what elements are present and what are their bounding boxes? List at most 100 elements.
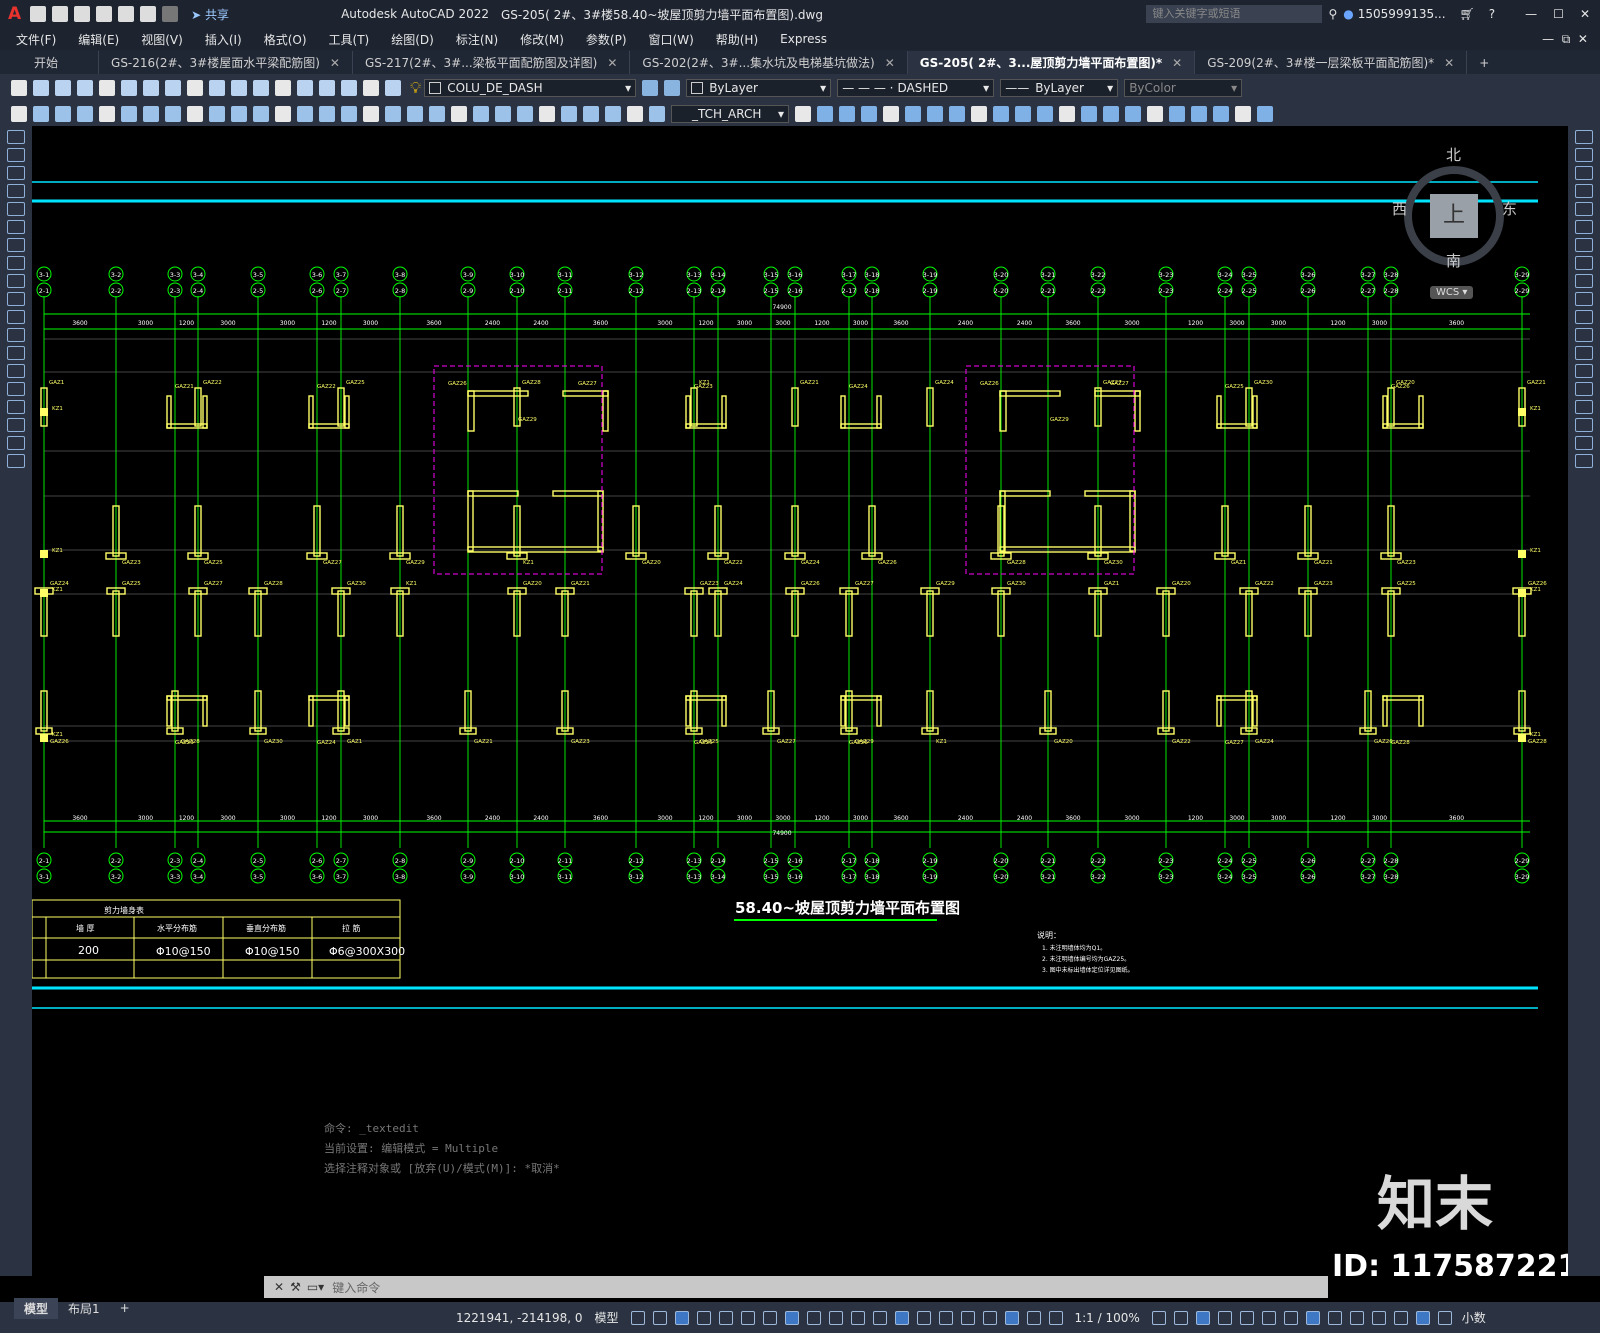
draw-tool-icon[interactable] xyxy=(429,106,445,122)
drawing-canvas[interactable]: 3600 3600 3000 3000 1200 1200 3000 3000 3000 3000… xyxy=(32,126,1568,1276)
modify-tool-icon[interactable] xyxy=(993,106,1009,122)
menu-file[interactable]: 文件(F) xyxy=(0,31,67,48)
draw-tool-icon[interactable] xyxy=(341,106,357,122)
status-toggle-icon[interactable] xyxy=(916,1310,931,1325)
draw-tool-icon[interactable] xyxy=(11,106,27,122)
status-toggle-icon[interactable] xyxy=(1026,1310,1041,1325)
modify-tool-icon[interactable] xyxy=(1257,106,1273,122)
status-toggle-icon[interactable] xyxy=(982,1310,997,1325)
color-dropdown[interactable]: ByLayer ▾ xyxy=(686,79,832,97)
units-dropdown[interactable]: 小数 xyxy=(1462,1309,1486,1326)
modify-tool-icon[interactable] xyxy=(1103,106,1119,122)
draw-tool-icon[interactable] xyxy=(275,106,291,122)
draw-tool-icon[interactable] xyxy=(451,106,467,122)
draw-tool-icon[interactable] xyxy=(209,106,225,122)
help-icon[interactable]: ? xyxy=(1489,7,1495,21)
standard-tool-icon[interactable] xyxy=(143,80,159,96)
cart-icon[interactable]: 🛒︎ xyxy=(1460,7,1475,21)
status-toggle-icon[interactable] xyxy=(1048,1310,1063,1325)
status-toggle-icon[interactable] xyxy=(938,1310,953,1325)
status-toggle-icon[interactable] xyxy=(1239,1310,1254,1325)
status-toggle-icon[interactable] xyxy=(1151,1310,1166,1325)
draw-tool-icon[interactable] xyxy=(7,382,25,396)
compass-north[interactable]: 北 xyxy=(1446,144,1461,165)
tab-gs217[interactable]: GS-217(2#、3#...梁板平面配筋图及详图) ✕ xyxy=(353,51,631,74)
draw-tool-icon[interactable] xyxy=(7,220,25,234)
draw-tool-icon[interactable] xyxy=(7,274,25,288)
modify-tool-icon[interactable] xyxy=(1575,184,1593,198)
plot-icon[interactable] xyxy=(118,6,135,22)
status-toggles[interactable] xyxy=(627,1310,1067,1325)
tab-start[interactable]: 开始 xyxy=(0,51,100,74)
maximize-button[interactable]: ☐ xyxy=(1553,7,1564,21)
doc-window-controls[interactable]: — ⧉ ✕ xyxy=(1542,32,1588,47)
status-toggle-icon[interactable] xyxy=(1437,1310,1452,1325)
modify-tool-icon[interactable] xyxy=(1575,148,1593,162)
tab-gs209[interactable]: GS-209(2#、3#楼一层梁板平面配筋图)* ✕ xyxy=(1195,51,1468,74)
menu-insert[interactable]: 插入(I) xyxy=(194,31,253,48)
status-toggle-icon[interactable] xyxy=(1004,1310,1019,1325)
lineweight-dropdown[interactable]: —— ByLayer ▾ xyxy=(1000,79,1119,97)
draw-tool-icon[interactable] xyxy=(7,292,25,306)
status-toggle-icon[interactable] xyxy=(652,1310,667,1325)
draw-tool-icon[interactable] xyxy=(605,106,621,122)
modify-tool-icon[interactable] xyxy=(1575,454,1593,468)
plotstyle-dropdown[interactable]: ByColor ▾ xyxy=(1124,79,1243,97)
modify-tool-icon[interactable] xyxy=(971,106,987,122)
menu-express[interactable]: Express xyxy=(769,32,838,46)
modify-tool-icon[interactable] xyxy=(1575,274,1593,288)
standard-tool-icon[interactable] xyxy=(385,80,401,96)
standard-tool-icon[interactable] xyxy=(77,80,93,96)
draw-tool-icon[interactable] xyxy=(649,106,665,122)
menu-format[interactable]: 格式(O) xyxy=(253,31,318,48)
user-name[interactable]: 1505999135... xyxy=(1358,7,1446,21)
modify-tool-icon[interactable] xyxy=(1575,202,1593,216)
tab-gs216[interactable]: GS-216(2#、3#楼屋面水平梁配筋图) ✕ xyxy=(99,51,353,74)
modify-tool-icon[interactable] xyxy=(1575,238,1593,252)
minimize-button[interactable]: — xyxy=(1525,7,1537,21)
standard-tool-icon[interactable] xyxy=(11,80,27,96)
modify-tool-icon[interactable] xyxy=(795,106,811,122)
draw-tool-icon[interactable] xyxy=(473,106,489,122)
standard-tool-icon[interactable] xyxy=(55,80,71,96)
draw-tool-icon[interactable] xyxy=(99,106,115,122)
menu-help[interactable]: 帮助(H) xyxy=(705,31,769,48)
new-tab-button[interactable]: + xyxy=(1467,51,1501,74)
status-toggle-icon[interactable] xyxy=(718,1310,733,1325)
modify-tool-icon[interactable] xyxy=(1037,106,1053,122)
saveas-icon[interactable] xyxy=(96,6,113,22)
modify-tool-icon[interactable] xyxy=(1575,310,1593,324)
status-toggle-icon[interactable] xyxy=(850,1310,865,1325)
draw-tool-icon[interactable] xyxy=(7,418,25,432)
status-toggle-icon[interactable] xyxy=(1349,1310,1364,1325)
tab-model[interactable]: 模型 xyxy=(14,1297,59,1319)
modify-tool-icon[interactable] xyxy=(817,106,833,122)
draw-tool-icon[interactable] xyxy=(187,106,203,122)
menu-window[interactable]: 窗口(W) xyxy=(638,31,705,48)
draw-tool-icon[interactable] xyxy=(495,106,511,122)
standard-tool-icon[interactable] xyxy=(341,80,357,96)
draw-tool-icon[interactable] xyxy=(143,106,159,122)
undo-icon[interactable] xyxy=(140,6,157,22)
modify-tool-icon[interactable] xyxy=(1575,400,1593,414)
draw-tool-icon[interactable] xyxy=(561,106,577,122)
close-button[interactable]: ✕ xyxy=(1580,7,1590,21)
status-toggle-icon[interactable] xyxy=(740,1310,755,1325)
modify-tool-icon[interactable] xyxy=(1575,418,1593,432)
status-toggle-icon[interactable] xyxy=(1261,1310,1276,1325)
modify-tool-icon[interactable] xyxy=(1575,292,1593,306)
modify-tool-icon[interactable] xyxy=(1147,106,1163,122)
modify-tool-icon[interactable] xyxy=(1059,106,1075,122)
standard-tool-icon[interactable] xyxy=(275,80,291,96)
status-toggle-icon[interactable] xyxy=(1393,1310,1408,1325)
model-space-button[interactable]: 模型 xyxy=(594,1309,618,1326)
menu-tools[interactable]: 工具(T) xyxy=(318,31,381,48)
status-toggle-icon[interactable] xyxy=(960,1310,975,1325)
menu-edit[interactable]: 编辑(E) xyxy=(67,31,130,48)
draw-tool-icon[interactable] xyxy=(231,106,247,122)
viewcube[interactable]: 上 北 南 西 东 WCS ▾ xyxy=(1392,144,1518,314)
toolbar-icons-2[interactable] xyxy=(8,106,668,122)
standard-tool-icon[interactable] xyxy=(99,80,115,96)
close-tab-icon[interactable]: ✕ xyxy=(1172,56,1182,70)
close-tab-icon[interactable]: ✕ xyxy=(330,56,340,70)
